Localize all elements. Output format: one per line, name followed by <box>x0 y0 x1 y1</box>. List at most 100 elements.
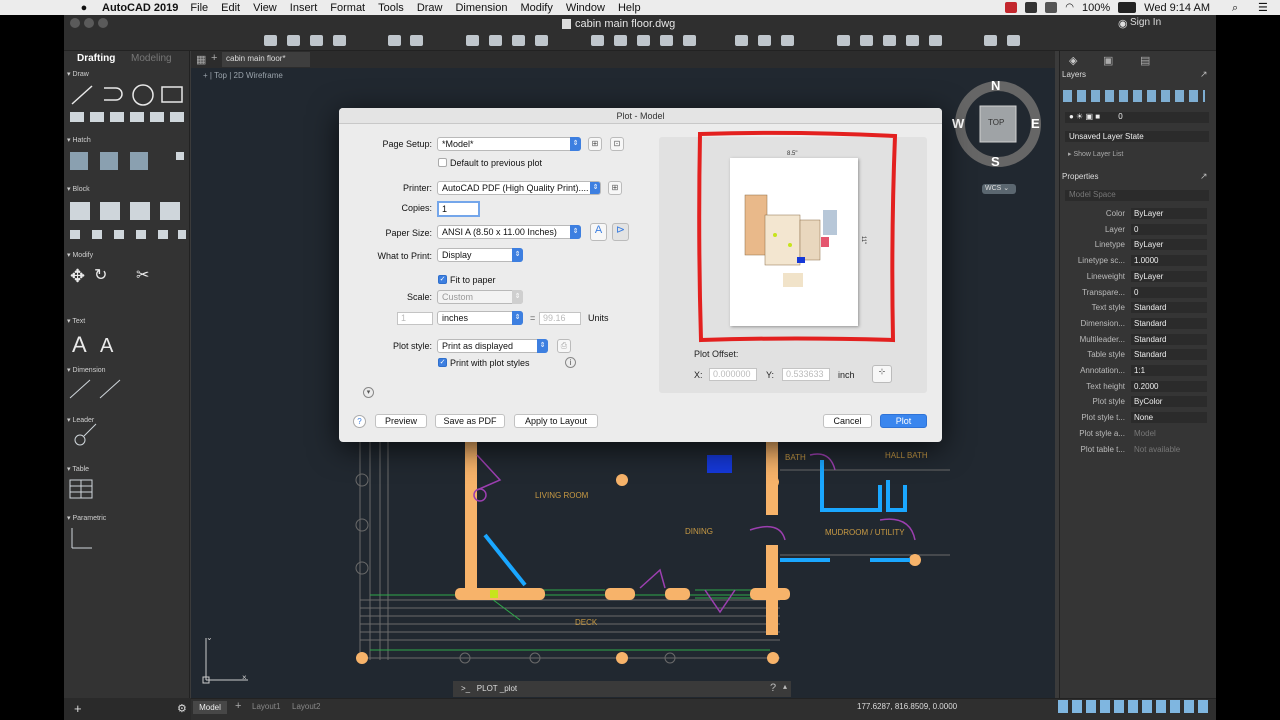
page-setup-add-icon[interactable]: ⊞ <box>588 137 602 151</box>
layer-icon[interactable] <box>591 35 604 46</box>
viewport-controls[interactable]: + | Top | 2D Wireframe <box>203 71 283 80</box>
batch-plot-icon[interactable] <box>489 35 502 46</box>
add-layout-icon[interactable]: + <box>235 700 241 712</box>
save-as-pdf-button[interactable]: Save as PDF <box>435 414 505 428</box>
section-draw[interactable]: Draw <box>67 70 88 78</box>
plot-button[interactable]: Plot <box>880 414 927 428</box>
center-plot-icon[interactable]: ⊹ <box>872 365 892 383</box>
selection-dropdown[interactable]: Model Space <box>1065 190 1209 201</box>
property-value[interactable]: None <box>1131 412 1207 424</box>
property-value[interactable]: Standard <box>1131 349 1207 361</box>
apply-to-layout-button[interactable]: Apply to Layout <box>514 414 598 428</box>
property-value[interactable]: ByColor <box>1131 396 1207 408</box>
clock[interactable]: Wed 9:14 AM <box>1144 2 1210 14</box>
property-value[interactable]: 1:1 <box>1131 365 1207 376</box>
property-value[interactable]: 0 <box>1131 286 1207 298</box>
paper-size-combo[interactable]: ANSI A (8.50 x 11.00 Inches) ⇕ <box>437 225 581 239</box>
visual-style-control[interactable]: 2D Wireframe <box>234 71 283 80</box>
property-value[interactable]: Standard <box>1131 302 1207 314</box>
app-menu[interactable]: AutoCAD 2019 <box>102 2 178 14</box>
scale-inches-field[interactable]: 1 <box>397 312 433 325</box>
property-value[interactable]: Standard <box>1131 317 1207 329</box>
cloud-icon[interactable] <box>1045 2 1058 13</box>
view-icon-4[interactable] <box>906 35 919 46</box>
plot-icon[interactable] <box>466 35 479 46</box>
menu-modify[interactable]: Modify <box>520 2 552 14</box>
tab-model[interactable]: Model <box>193 701 227 714</box>
property-value[interactable]: Standard <box>1131 333 1207 345</box>
wifi-icon[interactable]: ◠ <box>1065 2 1074 13</box>
copies-input[interactable]: 1 <box>437 201 480 217</box>
lock-icon[interactable] <box>683 35 696 46</box>
units-combo[interactable]: inches ⇕ <box>437 311 523 325</box>
property-value[interactable]: ByLayer <box>1131 208 1207 219</box>
xrefs-tab-icon[interactable]: ▤ <box>1140 54 1150 67</box>
menu-file[interactable]: File <box>190 2 208 14</box>
palette-settings-icon[interactable]: ⚙ <box>177 702 187 715</box>
view-icon-2[interactable] <box>860 35 873 46</box>
menu-window[interactable]: Window <box>566 2 605 14</box>
preview-button[interactable]: Preview <box>375 414 427 428</box>
properties-expand-icon[interactable]: ↗ <box>1200 171 1208 182</box>
layer-tools-icons[interactable] <box>1063 90 1205 102</box>
landscape-icon[interactable]: ⊳ <box>612 223 629 241</box>
printer-combo[interactable]: AutoCAD PDF (High Quality Print).... ⇕ <box>437 181 601 195</box>
fit-to-paper-checkbox[interactable]: ✓ <box>438 275 447 284</box>
open-icon[interactable] <box>287 35 300 46</box>
tab-modeling[interactable]: Modeling <box>131 53 172 64</box>
printer-properties-icon[interactable]: ⊞ <box>608 181 622 195</box>
layers-tab-icon[interactable]: ◈ <box>1069 54 1077 67</box>
info-icon[interactable]: i <box>565 357 576 368</box>
view-icon-1[interactable] <box>837 35 850 46</box>
menu-list-icon[interactable]: ☰ <box>1258 1 1268 14</box>
cmd-expand-icon[interactable]: ▴ <box>783 682 787 691</box>
command-line[interactable]: >_ PLOT _plot <box>453 681 791 697</box>
tab-layout2[interactable]: Layout2 <box>292 702 320 711</box>
property-value[interactable]: ByLayer <box>1131 239 1207 251</box>
save-as-icon[interactable] <box>333 35 346 46</box>
blocks-tab-icon[interactable]: ▣ <box>1103 54 1113 67</box>
compass-south[interactable]: S <box>991 154 1000 169</box>
properties-icon[interactable] <box>512 35 525 46</box>
property-value[interactable]: 1.0000 <box>1131 255 1207 267</box>
expand-dialog-icon[interactable]: ▾ <box>363 387 374 398</box>
menu-format[interactable]: Format <box>330 2 365 14</box>
property-value[interactable]: 0.2000 <box>1131 380 1207 392</box>
menu-draw[interactable]: Draw <box>417 2 443 14</box>
portrait-icon[interactable]: A <box>590 223 607 241</box>
battery-icon[interactable] <box>1118 2 1137 13</box>
what-to-print-combo[interactable]: Display ⇕ <box>437 248 523 262</box>
pan-icon[interactable] <box>758 35 771 46</box>
add-icon[interactable]: + <box>74 701 82 716</box>
redo-icon[interactable] <box>410 35 423 46</box>
minimize-window-button[interactable] <box>84 18 94 28</box>
isolate-icon[interactable] <box>637 35 650 46</box>
menu-dimension[interactable]: Dimension <box>455 2 507 14</box>
scale-units-field[interactable]: 99.16 <box>539 312 581 325</box>
offset-y-field[interactable]: 0.533633 <box>782 368 830 381</box>
save-icon[interactable] <box>310 35 323 46</box>
page-setup-edit-icon[interactable]: ⊡ <box>610 137 624 151</box>
close-window-button[interactable] <box>70 18 80 28</box>
tab-drafting[interactable]: Drafting <box>77 53 115 64</box>
status-toggles[interactable] <box>1058 700 1212 713</box>
doc-tab[interactable]: cabin main floor* <box>222 52 310 67</box>
menu-tools[interactable]: Tools <box>378 2 404 14</box>
status-app-icon[interactable] <box>1005 2 1018 13</box>
view-icon-5[interactable] <box>929 35 942 46</box>
layer-state-icon[interactable] <box>614 35 627 46</box>
cancel-button[interactable]: Cancel <box>823 414 872 428</box>
property-value[interactable]: ByLayer <box>1131 270 1207 282</box>
new-icon[interactable] <box>264 35 277 46</box>
help-button[interactable]: ? <box>353 415 366 428</box>
render-icon[interactable] <box>984 35 997 46</box>
viewcube-top[interactable]: TOP <box>988 118 1004 127</box>
compass-west[interactable]: W <box>952 116 964 131</box>
freeze-icon[interactable] <box>660 35 673 46</box>
zoom-window-button[interactable] <box>98 18 108 28</box>
apple-icon[interactable]: ● <box>78 2 90 14</box>
menu-edit[interactable]: Edit <box>221 2 240 14</box>
current-layer-dropdown[interactable]: ● ☀ ▣ ■ 0 <box>1065 112 1209 123</box>
view-icon-3[interactable] <box>883 35 896 46</box>
default-prev-checkbox[interactable] <box>438 158 447 167</box>
